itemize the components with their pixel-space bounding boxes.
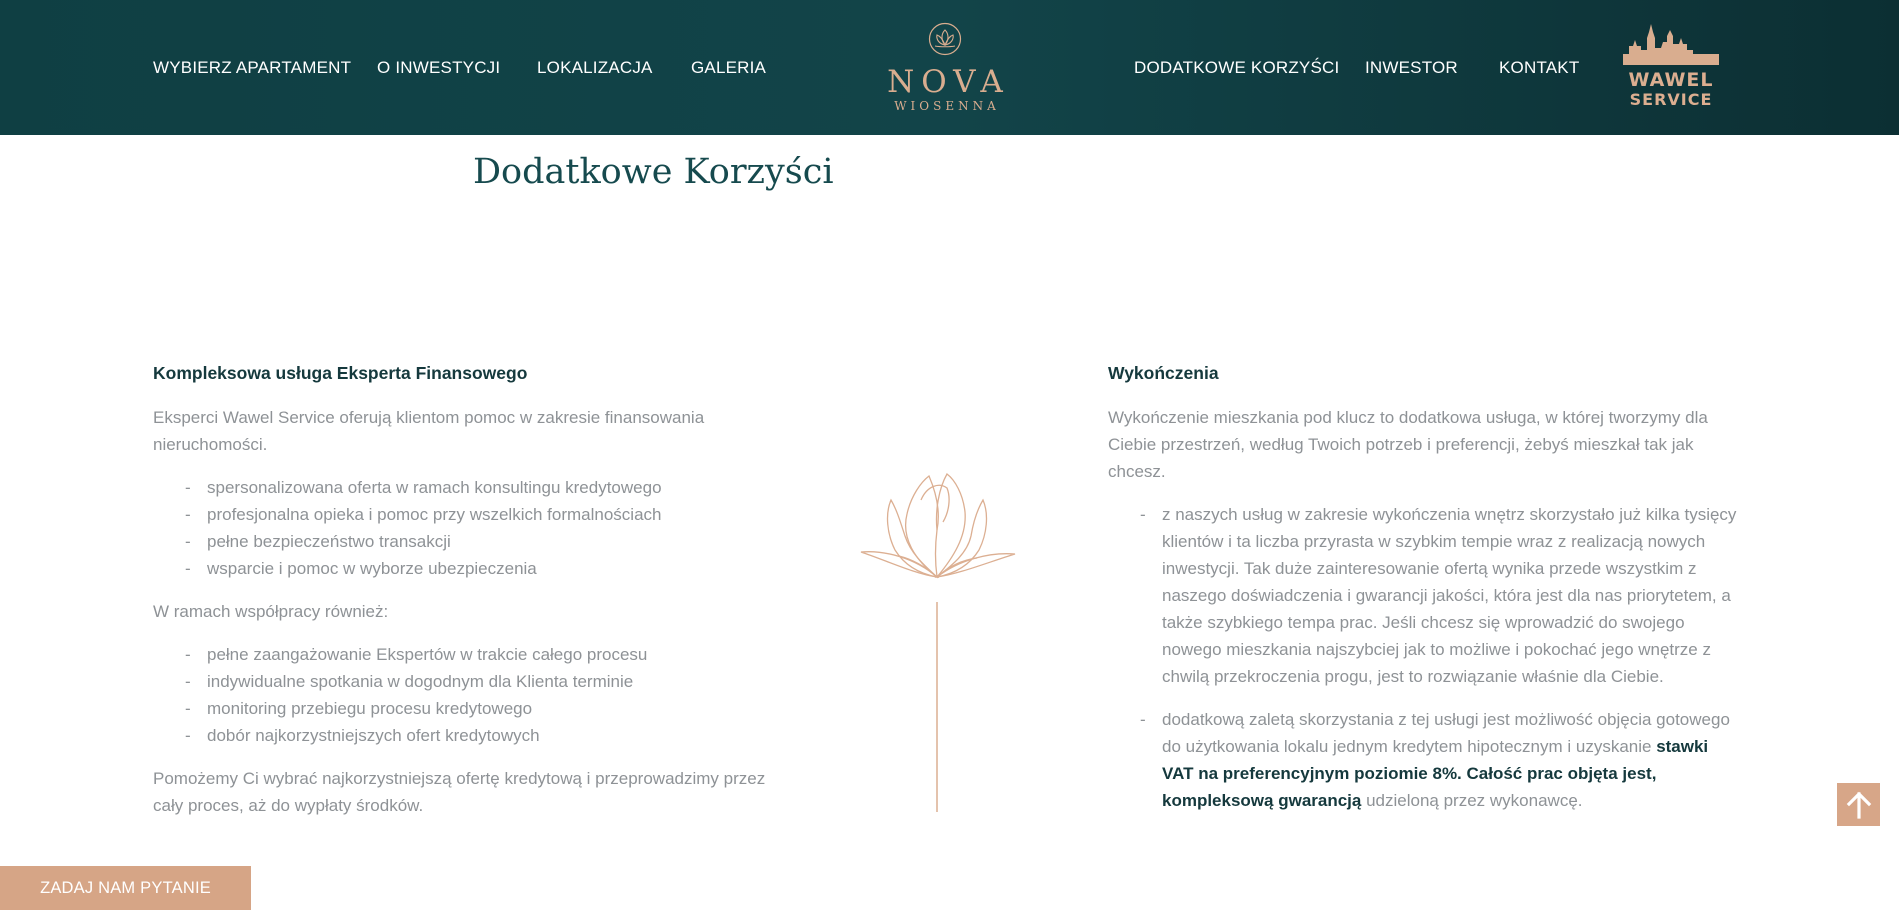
list-item: monitoring przebiegu procesu kredytowego — [153, 695, 778, 722]
list-item: profesjonalna opieka i pomoc przy wszelk… — [153, 501, 778, 528]
nav-kontakt[interactable]: KONTAKT — [1499, 58, 1579, 78]
lotus-emblem-icon — [928, 22, 962, 56]
list-item: wsparcie i pomoc w wyborze ubezpieczenia — [153, 555, 778, 582]
logo-subtitle: WIOSENNA — [894, 99, 1000, 113]
arrow-up-icon — [1846, 791, 1871, 819]
nav-lokalizacja[interactable]: LOKALIZACJA — [537, 58, 653, 78]
nav-inwestor[interactable]: INWESTOR — [1365, 58, 1458, 78]
crocus-flower-icon — [860, 473, 1016, 812]
finishing-list: z naszych usług w zakresie wykończenia w… — [1108, 501, 1738, 814]
financial-intro: Eksperci Wawel Service oferują klientom … — [153, 408, 705, 454]
financial-expert-heading: Kompleksowa usługa Eksperta Finansowego — [153, 363, 528, 383]
nav-wybierz-apartament[interactable]: WYBIERZ APARTAMENT — [153, 58, 351, 78]
list-item: indywidualne spotkania w dogodnym dla Kl… — [153, 668, 778, 695]
wawel-logo-line1: WAWEL — [1628, 69, 1714, 91]
vat-text-pre: dodatkową zaletą skorzystania z tej usłu… — [1162, 710, 1730, 756]
nav-o-inwestycji[interactable]: O INWESTYCJI — [377, 58, 500, 78]
list-item: spersonalizowana oferta w ramach konsult… — [153, 474, 778, 501]
list-item: z naszych usług w zakresie wykończenia w… — [1108, 501, 1738, 690]
nav-galeria[interactable]: GALERIA — [691, 58, 766, 78]
financial-expert-section: Kompleksowa usługa Eksperta Finansowego … — [153, 362, 778, 835]
site-header: WYBIERZ APARTAMENT O INWESTYCJI LOKALIZA… — [0, 0, 1899, 135]
logo-name: NOVA — [887, 64, 1010, 100]
wawel-service-logo[interactable]: WAWEL SERVICE — [1621, 20, 1721, 112]
list-item: pełne bezpieczeństwo transakcji — [153, 528, 778, 555]
vat-text-post: udzieloną przez wykonawcę. — [1361, 791, 1583, 810]
finishing-section: Wykończenia Wykończenie mieszkania pod k… — [1108, 362, 1738, 830]
list-item: dobór najkorzystniejszych ofert kredytow… — [153, 722, 778, 749]
finishing-heading: Wykończenia — [1108, 363, 1219, 383]
financial-outro: Pomożemy Ci wybrać najkorzystniejszą ofe… — [153, 769, 766, 815]
finishing-intro: Wykończenie mieszkania pod klucz to doda… — [1108, 408, 1708, 481]
castle-skyline-icon — [1623, 24, 1719, 65]
list-item: dodatkową zaletą skorzystania z tej usłu… — [1108, 706, 1738, 814]
wawel-logo-line2: SERVICE — [1629, 90, 1713, 109]
financial-benefits-list: spersonalizowana oferta w ramach konsult… — [153, 474, 778, 582]
scroll-to-top-button[interactable] — [1837, 783, 1880, 826]
cooperation-list: pełne zaangażowanie Ekspertów w trakcie … — [153, 641, 778, 749]
cooperation-intro: W ramach współpracy również: — [153, 602, 389, 621]
ask-question-button[interactable]: ZADAJ NAM PYTANIE — [0, 866, 251, 910]
nova-wiosenna-logo[interactable]: NOVA WIOSENNA — [880, 22, 1010, 117]
nav-dodatkowe-korzysci[interactable]: DODATKOWE KORZYŚCI — [1134, 58, 1339, 78]
page-title: Dodatkowe Korzyści — [473, 152, 834, 192]
list-item: pełne zaangażowanie Ekspertów w trakcie … — [153, 641, 778, 668]
